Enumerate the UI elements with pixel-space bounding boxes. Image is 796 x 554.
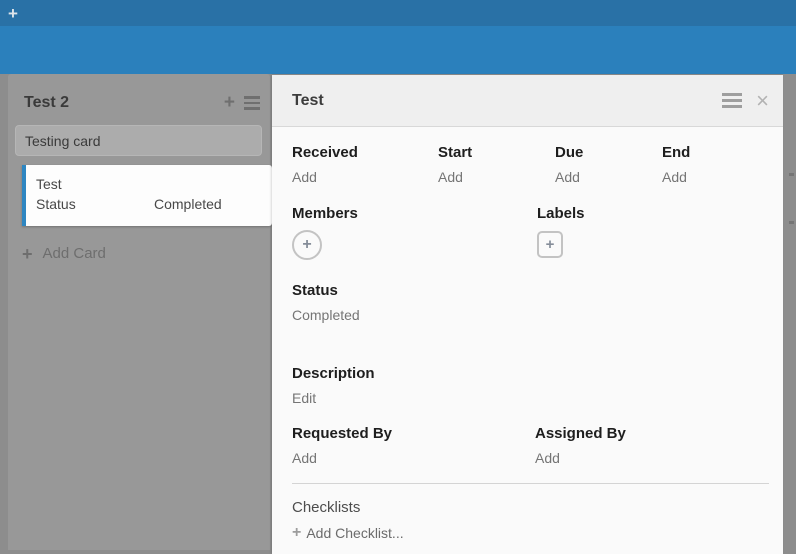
list-add-card-icon[interactable]: + [224, 96, 235, 110]
labels-label: Labels [537, 205, 769, 222]
minicard-title: Test [36, 174, 272, 194]
checklists-label: Checklists [292, 499, 769, 516]
description-field: Description Edit [292, 365, 769, 406]
list-menu-icon[interactable] [244, 96, 260, 110]
status-value: Completed [292, 307, 360, 323]
due-date-field: Due Add [555, 144, 662, 185]
minicard-custom-field: Status Completed [36, 194, 272, 214]
minicard-field-value: Completed [154, 194, 222, 214]
end-add-link[interactable]: Add [662, 169, 687, 185]
requested-by-label: Requested By [292, 425, 535, 442]
end-date-field: End Add [662, 144, 769, 185]
assigned-by-label: Assigned By [535, 425, 769, 442]
assigned-by-field: Assigned By Add [535, 425, 769, 466]
end-label: End [662, 144, 769, 161]
requested-by-add-link[interactable]: Add [292, 450, 317, 466]
checklists-section: Checklists + Add Checklist... [292, 484, 769, 541]
card-menu-icon[interactable] [722, 93, 742, 108]
add-member-button[interactable]: + [292, 230, 322, 260]
add-label-plus-icon: + [546, 236, 555, 253]
minicard-field-label: Status [36, 194, 154, 214]
board-header-bar [0, 26, 796, 74]
card-detail-panel: Test × Received Add Start Add Due Add [272, 75, 783, 554]
close-icon[interactable]: × [756, 92, 769, 110]
add-member-plus-icon: + [302, 236, 311, 254]
received-add-link[interactable]: Add [292, 169, 317, 185]
add-board-icon[interactable]: + [8, 5, 26, 22]
due-label: Due [555, 144, 662, 161]
obscured-list-icon-fragment [789, 173, 794, 176]
list-test2: Test 2 + Testing card Test Status Comple… [8, 74, 270, 550]
card-detail-header-icons: × [722, 92, 769, 110]
requested-assigned-row: Requested By Add Assigned By Add [292, 425, 769, 466]
card-detail-title[interactable]: Test [292, 92, 722, 110]
add-checklist-button[interactable]: + Add Checklist... [292, 525, 404, 541]
app-topbar: + [0, 0, 796, 26]
start-add-link[interactable]: Add [438, 169, 463, 185]
card-detail-body: Received Add Start Add Due Add End Add [272, 127, 783, 554]
members-labels-row: Members + Labels + [292, 205, 769, 260]
start-label: Start [438, 144, 555, 161]
received-label: Received [292, 144, 438, 161]
due-add-link[interactable]: Add [555, 169, 580, 185]
list-title[interactable]: Test 2 [24, 94, 224, 112]
status-label: Status [292, 282, 769, 299]
card-composer-text: Testing card [25, 133, 100, 149]
status-field: Status Completed [292, 282, 769, 323]
description-label: Description [292, 365, 769, 382]
add-card-button[interactable]: + Add Card [22, 245, 106, 262]
board-canvas: Test 2 + Testing card Test Status Comple… [0, 74, 796, 554]
card-detail-header: Test × [272, 75, 783, 127]
dates-row: Received Add Start Add Due Add End Add [292, 144, 769, 185]
requested-by-field: Requested By Add [292, 425, 535, 466]
assigned-by-add-link[interactable]: Add [535, 450, 560, 466]
add-checklist-plus-icon: + [292, 527, 301, 539]
list-header-icons: + [224, 96, 260, 110]
members-label: Members [292, 205, 537, 222]
members-field: Members + [292, 205, 537, 260]
received-date-field: Received Add [292, 144, 438, 185]
add-card-label: Add Card [43, 245, 106, 262]
card-composer-input[interactable]: Testing card [15, 125, 262, 156]
description-edit-link[interactable]: Edit [292, 390, 316, 406]
add-checklist-label: Add Checklist... [306, 525, 403, 541]
add-label-button[interactable]: + [537, 231, 563, 258]
labels-field: Labels + [537, 205, 769, 260]
add-card-plus-icon: + [22, 247, 33, 261]
list-header: Test 2 + [8, 74, 270, 122]
obscured-list-icon-fragment [789, 221, 794, 224]
start-date-field: Start Add [438, 144, 555, 185]
minicard-test[interactable]: Test Status Completed [22, 165, 272, 226]
